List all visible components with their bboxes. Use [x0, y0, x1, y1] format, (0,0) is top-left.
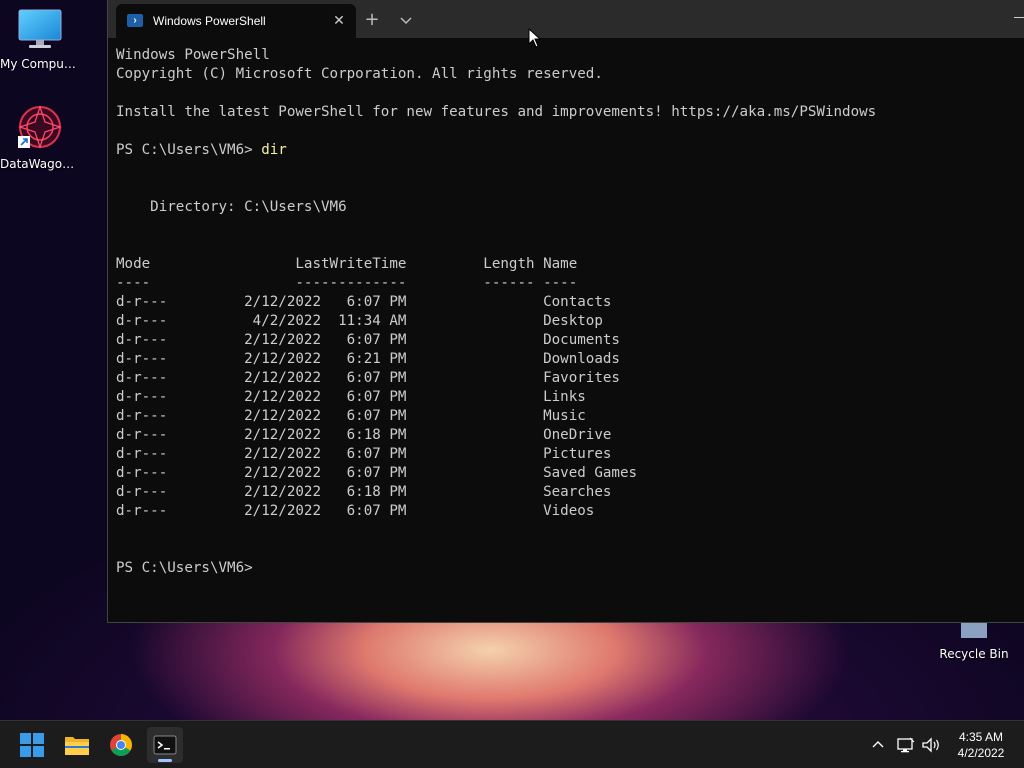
network-button[interactable]	[896, 735, 916, 755]
network-icon	[897, 737, 915, 753]
show-hidden-icons-button[interactable]	[868, 735, 888, 755]
console-line: PS C:\Users\VM6> dir	[116, 141, 1014, 160]
chevron-down-icon	[400, 17, 412, 25]
taskbar: 4:35 AM 4/2/2022	[0, 720, 1024, 768]
console-line: Copyright (C) Microsoft Corporation. All…	[116, 65, 1014, 84]
console-line-text: d-r--- 2/12/2022 6:21 PM Downloads	[116, 351, 620, 367]
console-line: PS C:\Users\VM6>	[116, 559, 1014, 578]
console-line: Windows PowerShell	[116, 46, 1014, 65]
console-line: d-r--- 2/12/2022 6:07 PM Contacts	[116, 293, 1014, 312]
desktop-icon-label: My Computer	[0, 57, 80, 71]
console-line: d-r--- 4/2/2022 11:34 AM Desktop	[116, 312, 1014, 331]
speaker-icon	[922, 737, 939, 753]
console-line-text: PS C:\Users\VM6>	[116, 142, 262, 158]
datawagon-logo-icon	[18, 105, 62, 149]
monitor-icon	[18, 9, 62, 48]
file-explorer-icon	[65, 737, 89, 755]
tab-title: Windows PowerShell	[153, 14, 266, 28]
desktop-icon-label: DataWagon...	[0, 157, 80, 171]
console-line-text: Install the latest PowerShell for new fe…	[116, 104, 877, 120]
console-line-text: d-r--- 2/12/2022 6:07 PM Links	[116, 389, 586, 405]
console-line: d-r--- 2/12/2022 6:18 PM OneDrive	[116, 426, 1014, 445]
taskbar-clock[interactable]: 4:35 AM 4/2/2022	[944, 729, 1018, 761]
console-line: d-r--- 2/12/2022 6:21 PM Downloads	[116, 350, 1014, 369]
console-line: d-r--- 2/12/2022 6:07 PM Music	[116, 407, 1014, 426]
console-line: ---- ------------- ------ ----	[116, 274, 1014, 293]
desktop-icon-my-computer[interactable]: My Computer	[0, 8, 80, 71]
console-line-text: d-r--- 2/12/2022 6:18 PM Searches	[116, 484, 612, 500]
console-line-text: d-r--- 2/12/2022 6:07 PM Documents	[116, 332, 620, 348]
console-line: Install the latest PowerShell for new fe…	[116, 103, 1014, 122]
tab-windows-powershell[interactable]: › Windows PowerShell ✕	[116, 4, 356, 38]
console-command: dir	[261, 142, 287, 158]
console-line-text: d-r--- 2/12/2022 6:07 PM Favorites	[116, 370, 620, 386]
console-line-text: Copyright (C) Microsoft Corporation. All…	[116, 66, 603, 82]
chevron-up-icon	[872, 741, 884, 748]
chrome-icon	[110, 734, 132, 756]
volume-button[interactable]	[920, 735, 942, 755]
console-line: d-r--- 2/12/2022 6:18 PM Searches	[116, 483, 1014, 502]
mouse-cursor-icon	[528, 28, 542, 48]
console-line-text: Windows PowerShell	[116, 47, 270, 63]
file-explorer-button[interactable]	[59, 727, 95, 763]
tab-dropdown-button[interactable]	[396, 10, 416, 30]
windows-start-icon	[20, 733, 44, 757]
console-line-text: d-r--- 2/12/2022 6:07 PM Contacts	[116, 294, 612, 310]
console-line-text: Directory: C:\Users\VM6	[116, 199, 347, 215]
console-line: d-r--- 2/12/2022 6:07 PM Links	[116, 388, 1014, 407]
close-tab-icon[interactable]: ✕	[330, 11, 348, 29]
console-line: d-r--- 2/12/2022 6:07 PM Saved Games	[116, 464, 1014, 483]
start-button[interactable]	[14, 727, 50, 763]
clock-time: 4:35 AM	[958, 730, 1004, 744]
console-line-text: d-r--- 2/12/2022 6:07 PM Saved Games	[116, 465, 638, 481]
desktop-icon-datawagon[interactable]: DataWagon...	[0, 104, 80, 171]
desktop-icon-label: Recycle Bin	[939, 647, 1009, 661]
console-line-text: d-r--- 2/12/2022 6:07 PM Music	[116, 408, 586, 424]
console-line: Directory: C:\Users\VM6	[116, 198, 1014, 217]
console-line-text: Mode LastWriteTime Length Name	[116, 256, 578, 272]
console-line-text: d-r--- 2/12/2022 6:07 PM Pictures	[116, 446, 612, 462]
tab-bar: › Windows PowerShell ✕ +	[108, 0, 1024, 38]
clock-date: 4/2/2022	[957, 746, 1005, 760]
console-line: Mode LastWriteTime Length Name	[116, 255, 1014, 274]
console-line-text: d-r--- 4/2/2022 11:34 AM Desktop	[116, 313, 603, 329]
terminal-window: › Windows PowerShell ✕ + Windows PowerSh…	[107, 0, 1024, 623]
console-line: d-r--- 2/12/2022 6:07 PM Videos	[116, 502, 1014, 521]
terminal-icon	[153, 735, 177, 755]
console-line-text: ---- ------------- ------ ----	[116, 275, 578, 291]
desktop-icon-recycle-bin[interactable]: Recycle Bin	[934, 620, 1014, 661]
new-tab-button[interactable]: +	[362, 10, 382, 30]
console-line-text: d-r--- 2/12/2022 6:07 PM Videos	[116, 503, 595, 519]
terminal-button[interactable]	[147, 727, 183, 763]
console-line-text: PS C:\Users\VM6>	[116, 560, 262, 576]
console-line: d-r--- 2/12/2022 6:07 PM Pictures	[116, 445, 1014, 464]
console-output[interactable]: Windows PowerShell Copyright (C) Microsof…	[116, 46, 1014, 578]
recycle-bin-icon	[961, 620, 987, 638]
minimize-button[interactable]	[1014, 12, 1024, 22]
console-line: d-r--- 2/12/2022 6:07 PM Documents	[116, 331, 1014, 350]
powershell-icon: ›	[127, 14, 143, 27]
console-line-text: d-r--- 2/12/2022 6:18 PM OneDrive	[116, 427, 612, 443]
console-line: d-r--- 2/12/2022 6:07 PM Favorites	[116, 369, 1014, 388]
chrome-button[interactable]	[103, 727, 139, 763]
